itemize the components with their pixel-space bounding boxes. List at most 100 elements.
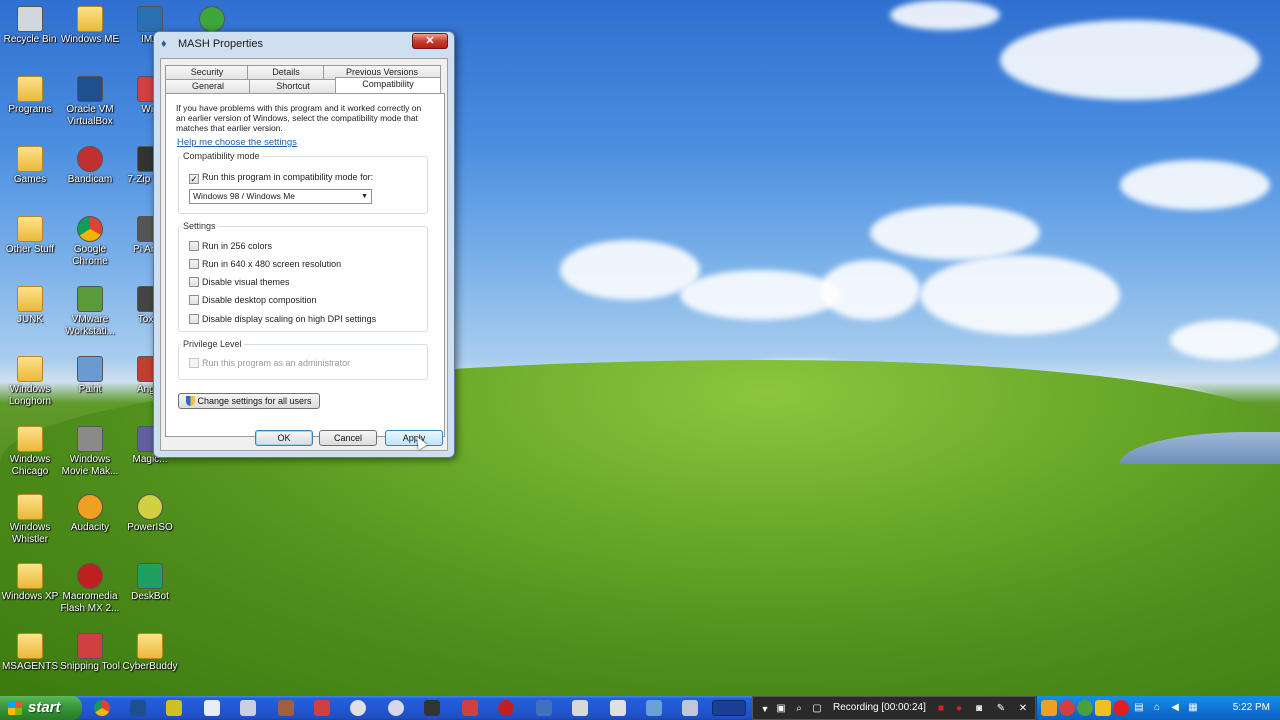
desktop-icon-virtualbox[interactable]: Oracle VM VirtualBox xyxy=(56,76,124,128)
app-taskbar-icon[interactable] xyxy=(572,700,588,716)
safely-remove-icon[interactable]: ⌂ xyxy=(1149,700,1165,716)
tray-icon[interactable] xyxy=(1041,700,1057,716)
tab-shortcut[interactable]: Shortcut xyxy=(249,79,337,93)
desktop-icon-poweriso[interactable]: PowerISO xyxy=(116,494,184,534)
app-taskbar-icon[interactable] xyxy=(462,700,478,716)
folder-icon xyxy=(77,6,103,32)
start-button[interactable]: start xyxy=(0,696,82,720)
folder-icon xyxy=(17,146,43,172)
desktop-icon-other-stuff[interactable]: Other Stuff xyxy=(0,216,64,256)
folder-icon xyxy=(17,76,43,102)
ok-button[interactable]: OK xyxy=(255,430,313,446)
desktop-icon-paint[interactable]: Paint xyxy=(56,356,124,396)
checkbox-icon xyxy=(189,241,199,251)
app-icon xyxy=(199,6,225,32)
chrome-icon xyxy=(77,216,103,242)
taskbar: start ▼ ▣ ⌕ ▢ Recording [00:00:24] ■ ● ◙… xyxy=(0,696,1280,720)
desktop-icon-longhorn[interactable]: Windows Longhorn xyxy=(0,356,64,408)
app-taskbar-icon[interactable] xyxy=(610,700,626,716)
desktop-icon-msagents[interactable]: MSAGENTS xyxy=(0,633,64,673)
desktop-icon-chicago[interactable]: Windows Chicago xyxy=(0,426,64,478)
virtualbox-taskbar-icon[interactable] xyxy=(130,700,146,716)
close-icon[interactable]: ✕ xyxy=(1015,701,1031,717)
poweriso-icon xyxy=(137,494,163,520)
app-taskbar-icon[interactable] xyxy=(536,700,552,716)
paint-icon xyxy=(77,356,103,382)
desktop-icon-cyberbuddy[interactable]: CyberBuddy xyxy=(116,633,184,673)
desktop-icon-junk[interactable]: JUNK xyxy=(0,286,64,326)
app-taskbar-icon[interactable] xyxy=(682,700,698,716)
tray-icon[interactable] xyxy=(1113,700,1129,716)
window-icon[interactable]: ▣ xyxy=(773,701,789,717)
menu-arrow-icon[interactable]: ▼ xyxy=(757,701,773,717)
desktop-icon-recycle-bin[interactable]: Recycle Bin xyxy=(0,6,64,46)
compatibility-mode-checkbox[interactable]: ✓ Run this program in compatibility mode … xyxy=(189,172,373,184)
desktop-icon-windows-me[interactable]: Windows ME xyxy=(56,6,124,46)
network-icon[interactable]: ▤ xyxy=(1131,700,1147,716)
checkbox-256-colors[interactable]: Run in 256 colors xyxy=(189,241,272,252)
recycle-bin-icon xyxy=(17,6,43,32)
desktop-icon-audacity[interactable]: Audacity xyxy=(56,494,124,534)
checkbox-icon xyxy=(189,314,199,324)
tray-icon[interactable] xyxy=(1059,700,1075,716)
tab-security[interactable]: Security xyxy=(165,65,249,79)
checkbox-icon xyxy=(189,358,199,368)
app-taskbar-icon[interactable] xyxy=(278,700,294,716)
checkbox-disable-visual-themes[interactable]: Disable visual themes xyxy=(189,277,290,288)
snipping-tool-icon xyxy=(77,633,103,659)
desktop-icon-deskbot[interactable]: DeskBot xyxy=(116,563,184,603)
notepad-taskbar-icon[interactable] xyxy=(204,700,220,716)
help-link[interactable]: Help me choose the settings xyxy=(177,137,297,148)
desktop-icon-flash[interactable]: Macromedia Flash MX 2... xyxy=(56,563,124,615)
compatibility-mode-select[interactable]: Windows 98 / Windows Me ▼ xyxy=(189,189,372,204)
tray-icon[interactable] xyxy=(1095,700,1111,716)
desktop-icon-programs[interactable]: Programs xyxy=(0,76,64,116)
change-settings-all-users-button[interactable]: Change settings for all users xyxy=(178,393,320,409)
checkbox-run-as-admin[interactable]: Run this program as an administrator xyxy=(189,358,350,369)
dialog-title[interactable]: MASH Properties xyxy=(154,32,454,56)
desktop-icon-windows-xp[interactable]: Windows XP xyxy=(0,563,64,603)
search-icon[interactable]: ⌕ xyxy=(791,701,807,717)
tray-icon[interactable] xyxy=(1077,700,1093,716)
desktop-icon-snipping-tool[interactable]: Snipping Tool xyxy=(56,633,124,673)
tab-details[interactable]: Details xyxy=(247,65,325,79)
desktop-icon-whistler[interactable]: Windows Whistler xyxy=(0,494,64,546)
recording-status: Recording [00:00:24] xyxy=(833,702,926,713)
desktop-icon-movie-maker[interactable]: Windows Movie Mak... xyxy=(56,426,124,478)
stop-icon[interactable]: ● xyxy=(951,701,967,717)
app-taskbar-icon[interactable] xyxy=(388,700,404,716)
properties-dialog: ♦ MASH Properties ✕ Security Details Pre… xyxy=(153,31,455,458)
folder-icon xyxy=(17,216,43,242)
pause-icon[interactable]: ■ xyxy=(933,701,949,717)
app-taskbar-icon[interactable] xyxy=(350,700,366,716)
folder-icon xyxy=(17,563,43,589)
desktop-icon-vmware[interactable]: VMware Workstati... xyxy=(56,286,124,338)
checkbox-640x480[interactable]: Run in 640 x 480 screen resolution xyxy=(189,259,341,270)
tab-compatibility[interactable]: Compatibility xyxy=(335,77,441,93)
app-taskbar-icon[interactable] xyxy=(240,700,256,716)
bandicam-icon xyxy=(77,146,103,172)
close-button[interactable]: ✕ xyxy=(412,33,448,49)
volume-icon[interactable]: ◀ xyxy=(1167,700,1183,716)
desktop-icon-bandicam[interactable]: Bandicam xyxy=(56,146,124,186)
tab-general[interactable]: General xyxy=(165,79,251,93)
screen-icon[interactable]: ▢ xyxy=(809,701,825,717)
app-taskbar-icon[interactable] xyxy=(166,700,182,716)
clock[interactable]: 5:22 PM xyxy=(1233,702,1270,713)
app-taskbar-icon[interactable] xyxy=(314,700,330,716)
checkbox-disable-dpi-scaling[interactable]: Disable display scaling on high DPI sett… xyxy=(189,314,376,325)
camera-icon[interactable]: ◙ xyxy=(971,701,987,717)
cancel-button[interactable]: Cancel xyxy=(319,430,377,446)
app-taskbar-icon[interactable] xyxy=(646,700,662,716)
checkbox-disable-desktop-composition[interactable]: Disable desktop composition xyxy=(189,295,317,306)
pencil-icon[interactable]: ✎ xyxy=(993,701,1009,717)
desktop-icon-chrome[interactable]: Google Chrome xyxy=(56,216,124,268)
chrome-taskbar-icon[interactable] xyxy=(94,700,110,716)
app-taskbar-icon[interactable] xyxy=(498,700,514,716)
tray-icon[interactable]: ▦ xyxy=(1185,700,1201,716)
folder-icon xyxy=(137,633,163,659)
desktop-icon-green[interactable] xyxy=(178,6,246,34)
app-taskbar-icon[interactable] xyxy=(424,700,440,716)
active-app-taskbar-icon[interactable] xyxy=(712,700,746,716)
desktop-icon-games[interactable]: Games xyxy=(0,146,64,186)
